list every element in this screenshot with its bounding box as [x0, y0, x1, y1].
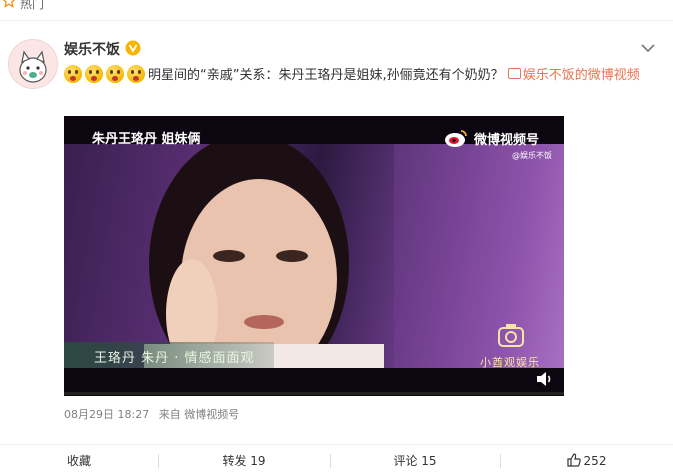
video-watermark-handle: @娱乐不饭: [512, 151, 552, 160]
video-link[interactable]: 娱乐不饭的微博视频: [507, 68, 640, 83]
comment-button[interactable]: 评论 15: [330, 445, 500, 476]
post-meta: 08月29日 18:27 来自 微博视频号: [64, 406, 245, 422]
video-watermark: 微博视频号: [474, 133, 540, 148]
camera-logo-icon: [498, 324, 524, 347]
comment-label: 评论 15: [393, 454, 437, 468]
like-button[interactable]: 252: [500, 445, 673, 476]
flushed-emoji-icon: [64, 65, 82, 83]
verified-badge-icon: [125, 40, 141, 56]
weibo-logo-icon: [445, 130, 467, 147]
flushed-emoji-icon: [106, 65, 124, 83]
post-source[interactable]: 来自 微博视频号: [159, 408, 240, 421]
post-text: 明星间的“亲戚”关系：朱丹王珞丹是姐妹,孙俪竟还有个奶奶？ 娱乐不饭的微博视频: [64, 63, 654, 89]
like-count: 252: [583, 454, 607, 468]
hot-section-header: 热门: [0, 0, 673, 21]
flushed-emoji-icon: [127, 65, 145, 83]
channel-name: 小酋观娱乐: [480, 356, 540, 369]
video-overlay-title: 朱丹王珞丹 姐妹俩: [92, 132, 201, 147]
favorite-label: 收藏: [66, 454, 91, 468]
thumbs-up-icon: [566, 453, 581, 467]
video-link-text: 娱乐不饭的微博视频: [522, 68, 640, 83]
star-outline-icon: [2, 0, 16, 8]
post-body-text: 明星间的“亲戚”关系：朱丹王珞丹是姐妹,孙俪竟还有个奶奶？: [148, 68, 504, 83]
video-subtitle: 王珞丹 朱丹 · 情感面面观: [94, 351, 255, 366]
post-action-bar: 收藏 转发 19 评论 15 252: [0, 444, 673, 476]
hot-label: 热门: [20, 0, 45, 11]
video-progress-bar[interactable]: [64, 392, 564, 395]
flushed-emoji-icon: [85, 65, 103, 83]
video-link-icon: [507, 68, 521, 79]
weibo-feed-page: 热门 娱乐不饭 明星间的“亲戚”关系：朱丹王珞丹是姐妹,孙俪竟还有个奶奶？ 娱乐…: [0, 0, 673, 476]
video-scene: [144, 134, 564, 394]
author-avatar[interactable]: [8, 39, 58, 89]
repost-button[interactable]: 转发 19: [158, 445, 330, 476]
speaker-icon[interactable]: [536, 371, 554, 387]
video-player[interactable]: 朱丹王珞丹 姐妹俩 微博视频号 @娱乐不饭 王珞丹 朱丹 · 情感面面观 小酋观…: [64, 116, 564, 396]
video-frame: [64, 134, 564, 394]
cat-avatar-icon: [19, 50, 47, 83]
chevron-down-icon[interactable]: [640, 43, 656, 53]
weibo-post-card: 娱乐不饭 明星间的“亲戚”关系：朱丹王珞丹是姐妹,孙俪竟还有个奶奶？ 娱乐不饭的…: [0, 21, 673, 476]
repost-label: 转发 19: [222, 454, 266, 468]
author-name[interactable]: 娱乐不饭: [64, 39, 120, 59]
favorite-button[interactable]: 收藏: [0, 445, 158, 476]
post-time[interactable]: 08月29日 18:27: [64, 408, 149, 421]
